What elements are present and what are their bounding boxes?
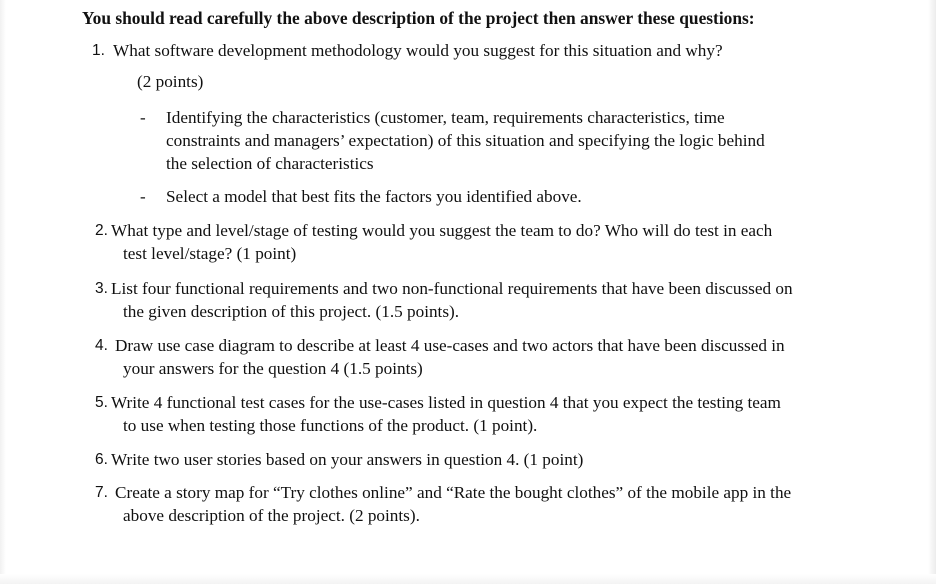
- question-text: Write two user stories based on your ans…: [111, 450, 584, 469]
- question-text: What type and level/stage of testing wou…: [111, 221, 773, 240]
- question-text: the given description of this project. (…: [123, 302, 460, 321]
- question-text: to use when testing those functions of t…: [123, 416, 538, 435]
- instructions-heading: You should read carefully the above desc…: [82, 8, 755, 28]
- bullet-text: Select a model that best fits the factor…: [166, 187, 582, 206]
- question-text: What software development methodology wo…: [113, 41, 723, 60]
- question-number: 2.: [95, 222, 108, 239]
- document-page: You should read carefully the above desc…: [0, 0, 936, 584]
- bullet-dash: -: [140, 108, 146, 127]
- question-text: your answers for the question 4 (1.5 poi…: [123, 359, 423, 378]
- bullet-dash: -: [140, 187, 146, 206]
- bullet-text: Identifying the characteristics (custome…: [166, 108, 725, 127]
- bullet-text: constraints and managers’ expectation) o…: [166, 131, 765, 150]
- question-text: test level/stage? (1 point): [123, 244, 297, 263]
- question-text: Draw use case diagram to describe at lea…: [115, 336, 785, 355]
- bullet-text: the selection of characteristics: [166, 154, 374, 173]
- question-number: 1.: [92, 42, 105, 59]
- question-text: List four functional requirements and tw…: [111, 279, 793, 298]
- question-text: Create a story map for “Try clothes onli…: [115, 483, 792, 502]
- question-number: 5.: [95, 394, 108, 411]
- question-number: 6.: [95, 451, 108, 468]
- question-number: 4.: [95, 337, 108, 354]
- question-number: 3.: [95, 280, 108, 297]
- question-text: Write 4 functional test cases for the us…: [111, 393, 781, 412]
- question-points: (2 points): [137, 72, 204, 91]
- question-text: above description of the project. (2 poi…: [123, 506, 420, 525]
- question-number: 7.: [95, 484, 108, 501]
